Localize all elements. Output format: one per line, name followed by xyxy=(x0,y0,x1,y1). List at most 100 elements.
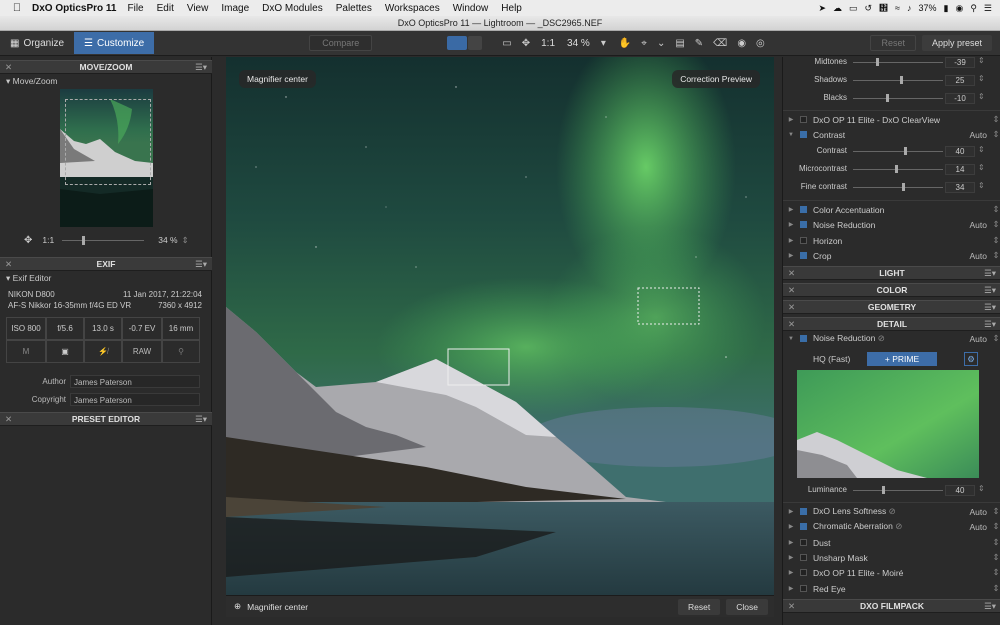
stepper-icon[interactable]: ⇕ xyxy=(991,204,1000,215)
lens-softness-checkbox[interactable] xyxy=(800,508,807,515)
zoom-slider-thumb[interactable] xyxy=(82,235,86,245)
compare-button[interactable]: Compare xyxy=(309,35,373,51)
contrast-value[interactable]: 40 xyxy=(945,146,975,157)
scale-label[interactable]: 1:1 xyxy=(42,235,54,245)
chromatic-aberration-row[interactable]: ▶ Chromatic Aberration ⊘ Auto ⇕ xyxy=(783,519,1000,534)
exif-header[interactable]: ✕ EXIF ☰▾ xyxy=(0,257,212,271)
moire-checkbox[interactable] xyxy=(800,569,807,576)
close-icon[interactable]: ✕ xyxy=(788,267,795,280)
contrast-auto[interactable]: Auto xyxy=(957,130,988,140)
contrast-slider[interactable]: Contrast 40 ⇕ xyxy=(783,145,1000,157)
stepper-icon[interactable]: ⇕ xyxy=(182,235,189,246)
split-view-icon[interactable] xyxy=(468,36,483,50)
move-icon[interactable]: ✥ xyxy=(24,235,32,246)
unsharp-mask-checkbox[interactable] xyxy=(800,554,807,561)
close-icon[interactable]: ✕ xyxy=(788,318,795,331)
menu-image[interactable]: Image xyxy=(221,3,249,14)
triangle-right-icon[interactable]: ▶ xyxy=(786,221,796,228)
wifi-icon[interactable]: ≈ xyxy=(895,3,900,13)
chromatic-aberration-checkbox[interactable] xyxy=(800,523,807,530)
close-icon[interactable]: ✕ xyxy=(788,600,795,613)
red-eye-checkbox[interactable] xyxy=(800,585,807,592)
chevron-down-icon[interactable]: ▾ xyxy=(601,38,606,49)
close-icon[interactable]: ✕ xyxy=(788,301,795,314)
noise-reduction-row[interactable]: ▶ Noise Reduction Auto ⇕ xyxy=(783,217,1000,232)
menu-palettes[interactable]: Palettes xyxy=(336,3,372,14)
stepper-icon[interactable]: ⇕ xyxy=(991,114,1000,125)
stepper-icon[interactable]: ⇕ xyxy=(991,583,1000,594)
target-icon[interactable]: ◎ xyxy=(756,38,765,49)
noise-preview[interactable] xyxy=(797,370,979,478)
midtones-track[interactable] xyxy=(853,62,943,63)
viewer-reset-button[interactable]: Reset xyxy=(678,598,721,615)
panel-menu-icon[interactable]: ☰▾ xyxy=(984,600,996,613)
menu-file[interactable]: File xyxy=(127,3,143,14)
luminance-slider[interactable]: Luminance 40 ⇕ xyxy=(783,484,1000,496)
brush-icon[interactable]: ✎ xyxy=(695,38,703,49)
blacks-thumb[interactable] xyxy=(886,94,889,102)
crop-row[interactable]: ▶ Crop Auto ⇕ xyxy=(783,248,1000,263)
eyedropper-icon[interactable]: ⌄ xyxy=(657,38,665,49)
stepper-icon[interactable]: ⇕ xyxy=(991,333,1000,344)
detail-noise-reduction-row[interactable]: ▼ Noise Reduction ⊘ Auto ⇕ xyxy=(783,331,1000,346)
microcontrast-thumb[interactable] xyxy=(895,165,898,173)
eraser-icon[interactable]: ⌫ xyxy=(713,38,727,49)
triangle-right-icon[interactable]: ▶ xyxy=(786,252,796,259)
fine-contrast-track[interactable] xyxy=(853,187,943,188)
user-icon[interactable]: ◉ xyxy=(955,3,963,14)
fine-contrast-value[interactable]: 34 xyxy=(945,182,975,193)
eye-icon[interactable]: ◉ xyxy=(737,38,746,49)
zoom-value[interactable]: 34 % xyxy=(158,235,177,245)
triangle-down-icon[interactable]: ▼ xyxy=(786,336,796,342)
panel-menu-icon[interactable]: ☰▾ xyxy=(984,318,996,331)
stepper-icon[interactable]: ⇕ xyxy=(991,235,1000,246)
movezoom-header[interactable]: ✕ MOVE/ZOOM ☰▾ xyxy=(0,60,212,74)
color-accentuation-row[interactable]: ▶ Color Accentuation ⇕ xyxy=(783,202,1000,217)
display-icon[interactable]: ▭ xyxy=(849,3,858,14)
triangle-right-icon[interactable]: ▶ xyxy=(786,206,796,213)
menu-view[interactable]: View xyxy=(187,3,209,14)
navigator-thumbnail[interactable] xyxy=(60,89,153,227)
dust-checkbox[interactable] xyxy=(800,539,807,546)
crop-auto[interactable]: Auto xyxy=(957,251,988,261)
panel-menu-icon[interactable]: ☰▾ xyxy=(984,267,996,280)
noise-reduction-checkbox[interactable] xyxy=(800,221,807,228)
stepper-icon[interactable]: ⇕ xyxy=(991,219,1000,230)
menu-dxo-modules[interactable]: DxO Modules xyxy=(262,3,323,14)
close-icon[interactable]: ✕ xyxy=(5,413,12,426)
blacks-value[interactable]: -10 xyxy=(945,93,975,104)
triangle-right-icon[interactable]: ▶ xyxy=(786,539,796,546)
unsharp-mask-row[interactable]: ▶ Unsharp Mask ⇕ xyxy=(783,550,1000,565)
volume-icon[interactable]: ♪ xyxy=(907,3,912,13)
midtones-value[interactable]: -39 xyxy=(945,57,975,68)
crosshair-icon[interactable]: ⊕ xyxy=(234,601,241,612)
notification-icon[interactable]: ☰ xyxy=(984,3,992,14)
stepper-icon[interactable]: ⇕ xyxy=(978,145,985,154)
panel-menu-icon[interactable]: ☰▾ xyxy=(984,284,996,297)
contrast-track[interactable] xyxy=(853,151,943,152)
stepper-icon[interactable]: ⇕ xyxy=(991,521,1000,532)
apple-icon[interactable]:  xyxy=(8,2,26,14)
settings-icon[interactable]: ⚙ xyxy=(964,352,978,366)
crop-icon[interactable]: ⌖ xyxy=(641,38,647,49)
stepper-icon[interactable]: ⇕ xyxy=(978,163,985,172)
red-eye-row[interactable]: ▶ Red Eye ⇕ xyxy=(783,581,1000,596)
microcontrast-slider[interactable]: Microcontrast 14 ⇕ xyxy=(783,163,1000,175)
app-menu[interactable]: DxO OpticsPro 11 xyxy=(32,3,116,14)
customize-tab[interactable]: ☰ Customize xyxy=(74,32,155,54)
fit-screen-icon[interactable]: ▭ xyxy=(502,38,511,49)
menu-window[interactable]: Window xyxy=(453,3,489,14)
battery-percent[interactable]: 37% xyxy=(919,3,937,13)
panel-menu-icon[interactable]: ☰▾ xyxy=(195,61,207,74)
stepper-icon[interactable]: ⇕ xyxy=(991,129,1000,140)
detail-noise-reduction-auto[interactable]: Auto xyxy=(957,334,988,344)
lens-softness-row[interactable]: ▶ DxO Lens Softness ⊘ Auto ⇕ xyxy=(783,504,1000,519)
horizon-checkbox[interactable] xyxy=(800,237,807,244)
eye-slash-icon[interactable]: ⊘ xyxy=(878,333,885,343)
luminance-value[interactable]: 40 xyxy=(945,485,975,496)
detail-noise-reduction-checkbox[interactable] xyxy=(800,335,807,342)
eye-slash-icon[interactable]: ⊘ xyxy=(889,506,896,516)
movezoom-sub[interactable]: ▾ Move/Zoom xyxy=(0,75,58,88)
light-section-header[interactable]: ✕ LIGHT ☰▾ xyxy=(783,266,1000,280)
stepper-icon[interactable]: ⇕ xyxy=(991,250,1000,261)
